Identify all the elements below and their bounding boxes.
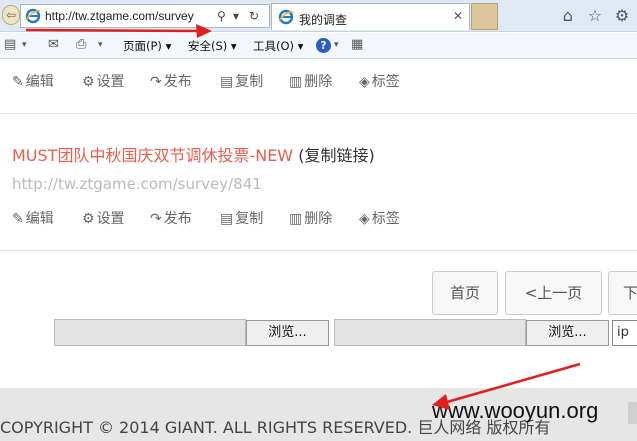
annotation-arrowhead-footer <box>432 394 450 410</box>
annotation-arrow-footer <box>446 362 581 404</box>
annotation-arrowhead-url <box>196 24 212 38</box>
annotation-arrow-url <box>25 28 199 33</box>
annotation-arrows <box>25 24 581 410</box>
